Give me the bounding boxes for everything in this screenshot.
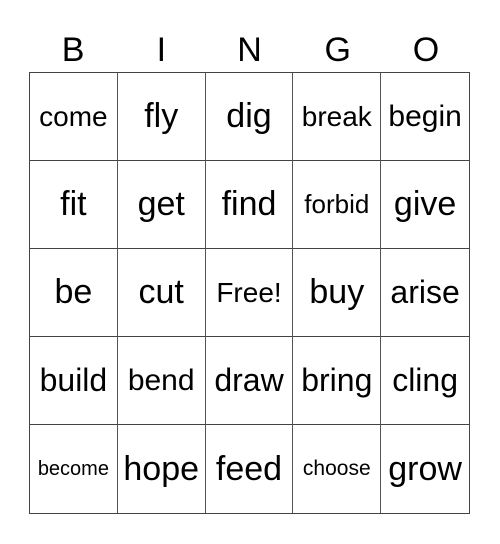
bingo-cell[interactable]: grow — [381, 425, 469, 513]
bingo-cell[interactable]: cut — [117, 249, 206, 337]
bingo-cell[interactable]: get — [117, 161, 206, 249]
bingo-cell[interactable]: dig — [205, 73, 294, 161]
bingo-cell[interactable]: fit — [30, 161, 118, 249]
bingo-cell[interactable]: be — [30, 249, 118, 337]
bingo-cell[interactable]: break — [293, 73, 382, 161]
bingo-cell[interactable]: give — [381, 161, 469, 249]
bingo-cell[interactable]: bend — [117, 337, 206, 425]
bingo-cell[interactable]: draw — [205, 337, 294, 425]
bingo-cell[interactable]: buy — [293, 249, 382, 337]
header-letter-g: G — [324, 31, 351, 69]
bingo-cell[interactable]: choose — [293, 425, 382, 513]
header-letter-b: B — [61, 31, 85, 69]
bingo-header: B I N G O — [29, 28, 470, 72]
bingo-cell[interactable]: become — [30, 425, 118, 513]
bingo-cell[interactable]: arise — [381, 249, 469, 337]
bingo-cell-free[interactable]: Free! — [205, 249, 294, 337]
bingo-cell[interactable]: build — [30, 337, 118, 425]
bingo-cell[interactable]: hope — [118, 425, 206, 513]
bingo-cell[interactable]: bring — [293, 337, 382, 425]
bingo-cell[interactable]: forbid — [293, 161, 382, 249]
bingo-cell[interactable]: begin — [381, 73, 469, 161]
bingo-cell[interactable]: feed — [206, 425, 294, 513]
bingo-cell[interactable]: find — [205, 161, 294, 249]
header-letter-n: N — [237, 31, 262, 69]
bingo-cell[interactable]: cling — [381, 337, 469, 425]
bingo-cell[interactable]: fly — [117, 73, 206, 161]
bingo-grid: come fly dig break begin fit get find forbid give… — [29, 72, 470, 514]
header-letter-i: I — [156, 31, 167, 69]
bingo-cell[interactable]: come — [30, 73, 118, 161]
header-letter-o: O — [412, 31, 440, 69]
